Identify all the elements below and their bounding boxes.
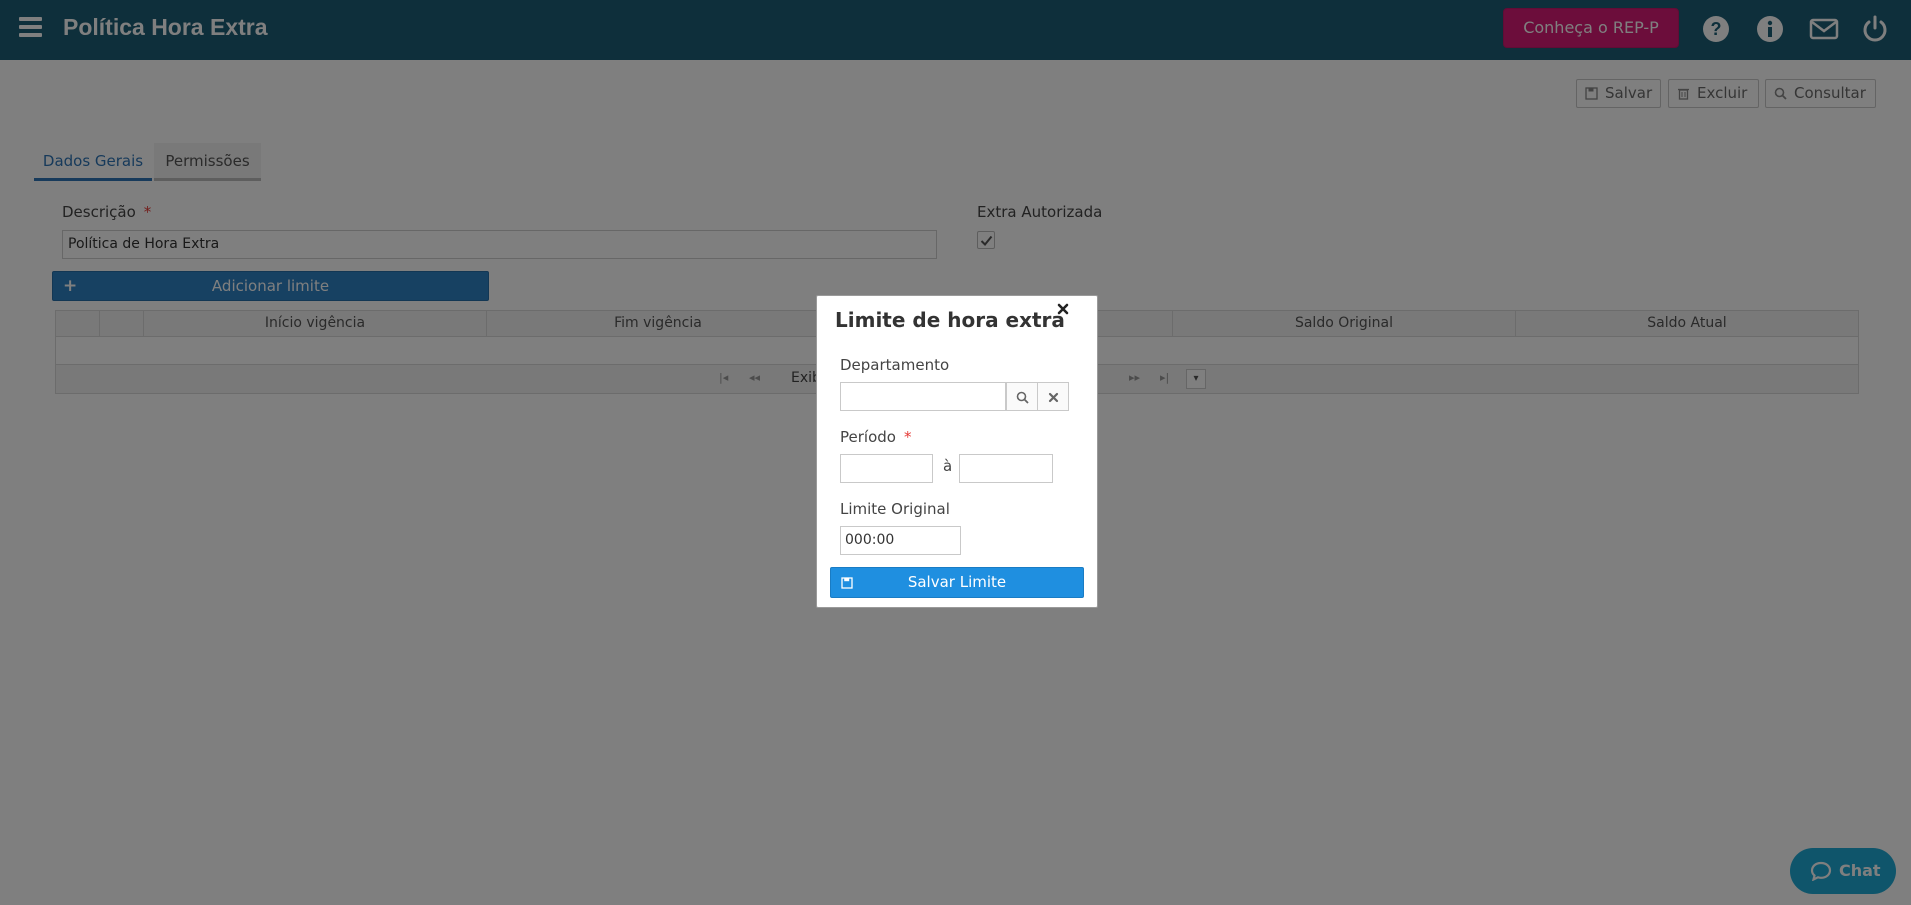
period-label-text: Período — [840, 428, 896, 446]
dialog-title: Limite de hora extra — [835, 308, 1065, 332]
clear-icon — [1048, 392, 1059, 403]
period-separator: à — [943, 457, 953, 475]
overtime-limit-dialog: Limite de hora extra Departamento Períod… — [816, 295, 1098, 608]
close-icon[interactable] — [1056, 302, 1070, 316]
save-limit-button[interactable]: Salvar Limite — [830, 567, 1084, 598]
save-limit-label: Salvar Limite — [907, 573, 1007, 591]
search-icon — [1016, 391, 1029, 404]
department-search-button[interactable] — [1006, 382, 1038, 411]
floppy-icon — [841, 577, 853, 589]
period-label: Período * — [840, 428, 911, 446]
department-clear-button[interactable] — [1037, 382, 1069, 411]
period-start-input[interactable] — [840, 454, 933, 483]
department-input[interactable] — [840, 382, 1006, 411]
department-label: Departamento — [840, 356, 950, 374]
required-marker: * — [903, 428, 912, 446]
period-end-input[interactable] — [959, 454, 1053, 483]
original-limit-label: Limite Original — [840, 500, 950, 518]
original-limit-input[interactable]: 000:00 — [840, 526, 961, 555]
